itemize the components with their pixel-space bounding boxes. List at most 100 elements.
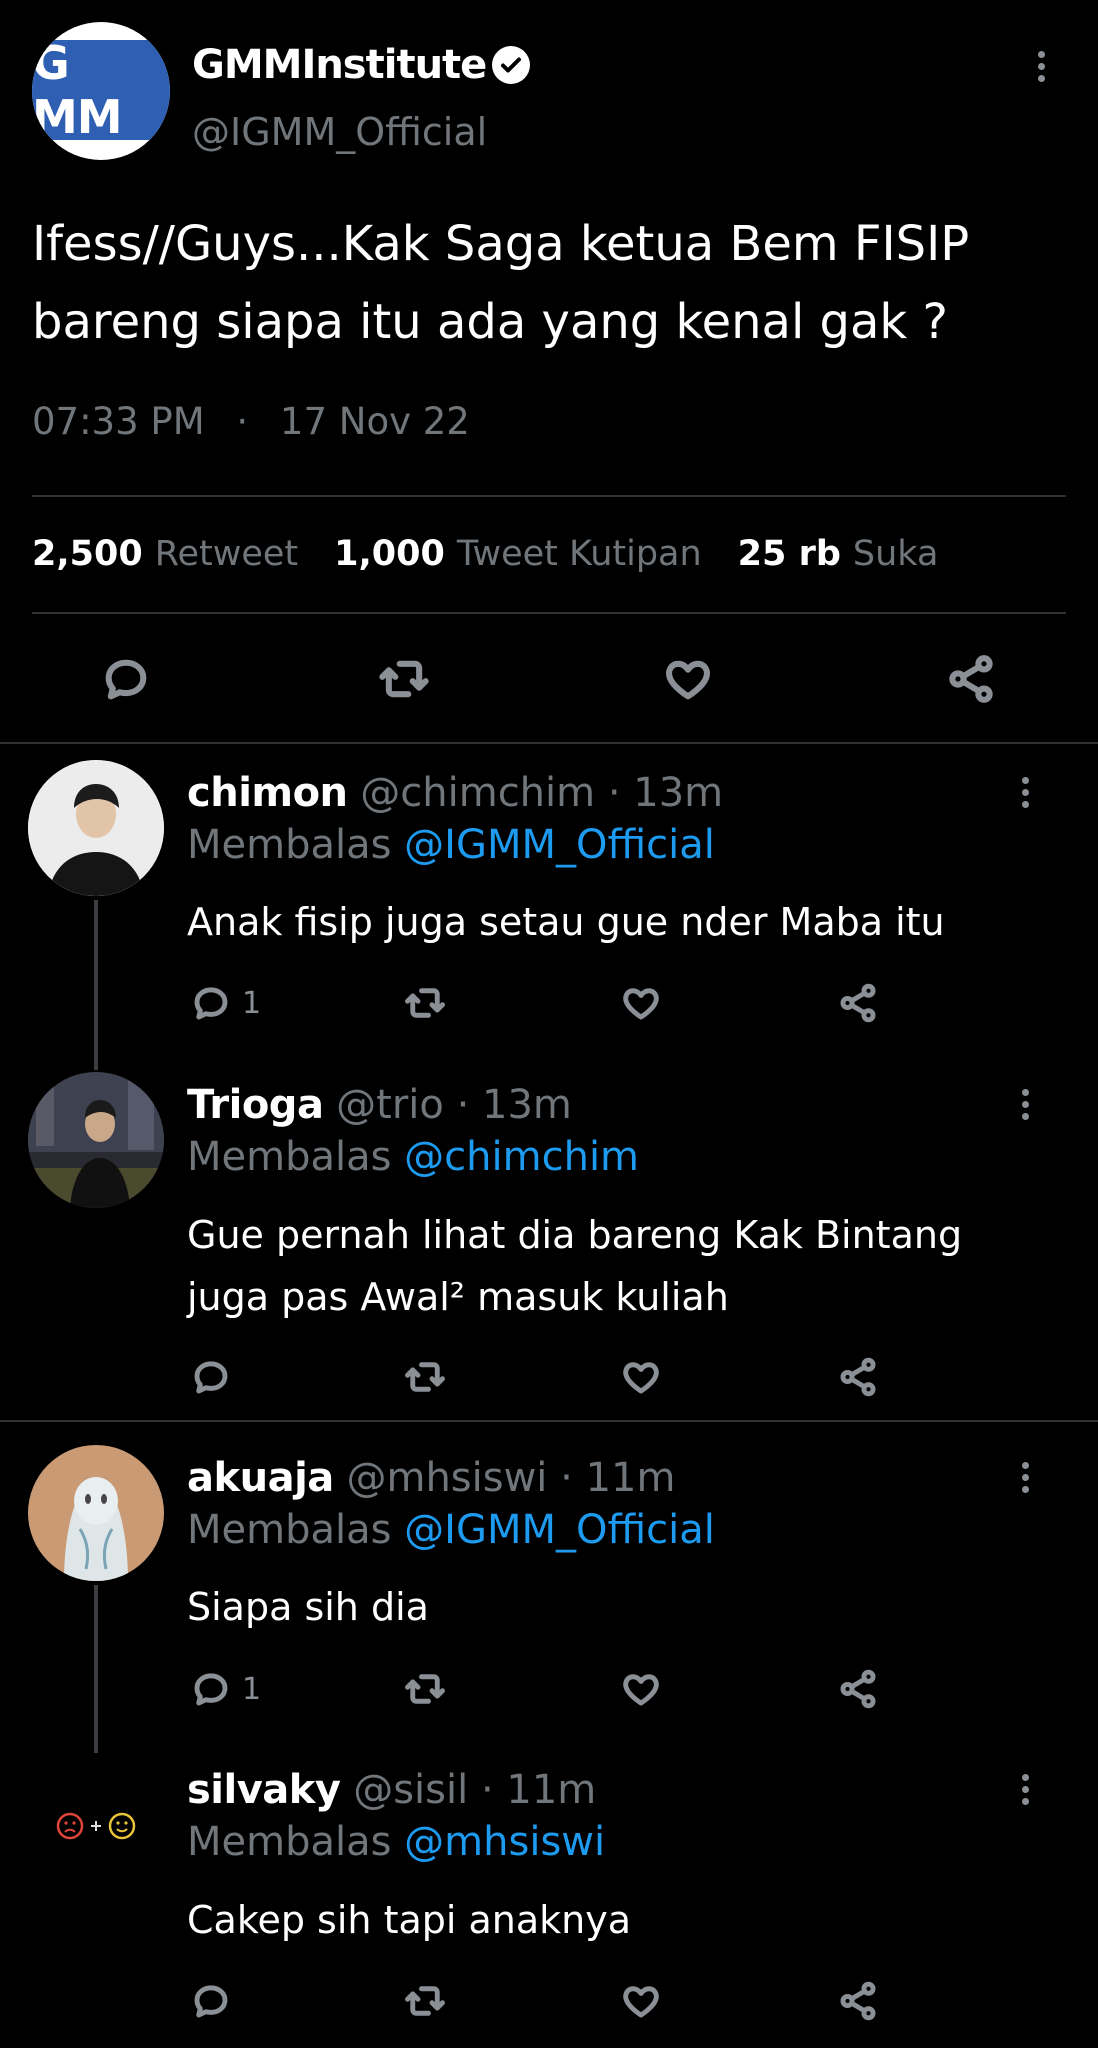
heart-icon: [666, 660, 710, 700]
replying-to-link[interactable]: @mhsiswi: [404, 1819, 605, 1865]
avatar-photo: [28, 760, 164, 896]
reply-icon: [194, 1361, 228, 1394]
more-options-icon[interactable]: [1015, 1084, 1035, 1124]
retweet-icon: [379, 660, 429, 698]
replying-to-link[interactable]: @IGMM_Official: [404, 1507, 715, 1553]
reply-author-name: silvaky: [187, 1767, 341, 1813]
replying-prefix: Membalas: [187, 822, 392, 868]
retweet-button[interactable]: [404, 1356, 446, 1398]
avatar[interactable]: [28, 1445, 164, 1581]
reply-icon: [194, 1985, 228, 2018]
replying-prefix: Membalas: [187, 1134, 392, 1180]
reply-author-name: chimon: [187, 770, 348, 816]
retweet-icon: [405, 1674, 445, 1704]
retweet-button[interactable]: [404, 1980, 446, 2022]
reply-button[interactable]: 1: [190, 1668, 261, 1710]
reply-button[interactable]: [190, 1980, 242, 2022]
reply-text: Anak fisip juga setau gue nder Maba itu: [187, 900, 945, 944]
tweet-time: 07:33 PM: [32, 400, 205, 443]
tweet-text: Ifess//Guys...Kak Saga ketua Bem FISIP b…: [32, 216, 970, 350]
heart-icon: [623, 1674, 659, 1706]
reply-count: 1: [242, 985, 262, 1021]
retweet-button[interactable]: [378, 653, 430, 705]
reply-author-handle: @trio: [336, 1082, 444, 1128]
reply-header[interactable]: Trioga @trio · 13m: [187, 1082, 572, 1128]
retweet-button[interactable]: [404, 1668, 446, 1710]
avatar[interactable]: [28, 1758, 164, 1894]
reply-author-handle: @chimchim: [360, 770, 596, 816]
retweets-stat[interactable]: 2,500 Retweet: [32, 534, 298, 574]
author-name-row[interactable]: GMMInstitute: [192, 42, 531, 88]
avatar-photo: [28, 1445, 164, 1581]
like-button[interactable]: [620, 1668, 662, 1710]
reply-button[interactable]: [190, 1356, 242, 1398]
more-options-icon[interactable]: [1015, 1769, 1035, 1809]
author-handle[interactable]: @IGMM_Official: [192, 110, 487, 154]
share-icon: [840, 1981, 876, 2021]
likes-stat[interactable]: 25 rb Suka: [738, 534, 939, 574]
replying-to: Membalas @IGMM_Official: [187, 822, 715, 868]
reply-time: 11m: [585, 1455, 676, 1501]
more-options-icon[interactable]: [1015, 772, 1035, 812]
quotes-stat[interactable]: 1,000 Tweet Kutipan: [334, 534, 702, 574]
divider: [32, 495, 1066, 497]
author-avatar[interactable]: G MM: [32, 22, 170, 160]
tweet-stats: 2,500 Retweet 1,000 Tweet Kutipan 25 rb Suk…: [32, 534, 938, 574]
timestamp-separator: ·: [236, 400, 249, 443]
divider: [32, 612, 1066, 614]
reply-time: 13m: [633, 770, 724, 816]
retweet-button[interactable]: [404, 982, 446, 1024]
replying-to-link[interactable]: @chimchim: [404, 1134, 639, 1180]
reply-dot: ·: [456, 1082, 470, 1128]
like-button[interactable]: [620, 1980, 662, 2022]
replying-prefix: Membalas: [187, 1819, 392, 1865]
reply-author-name: akuaja: [187, 1455, 334, 1501]
reply-dot: ·: [607, 770, 621, 816]
share-button[interactable]: [837, 1980, 879, 2022]
reply-header[interactable]: akuaja @mhsiswi · 11m: [187, 1455, 675, 1501]
replying-prefix: Membalas: [187, 1507, 392, 1553]
gmm-logo: G MM: [32, 36, 170, 144]
like-button[interactable]: [620, 982, 662, 1024]
tweet-timestamp[interactable]: 07:33 PM · 17 Nov 22: [32, 400, 470, 443]
heart-icon: [623, 1986, 659, 2018]
share-button[interactable]: [837, 1668, 879, 1710]
replying-to: Membalas @mhsiswi: [187, 1819, 605, 1865]
reply-time: 13m: [482, 1082, 572, 1128]
avatar[interactable]: [28, 1072, 164, 1208]
reply-author-handle: @mhsiswi: [346, 1455, 548, 1501]
reply-button[interactable]: 1: [190, 982, 261, 1024]
retweet-icon: [405, 1986, 445, 2016]
reply-icon: [105, 659, 147, 700]
share-button[interactable]: [945, 653, 997, 705]
like-button[interactable]: [620, 1356, 662, 1398]
more-options-icon[interactable]: [1015, 1457, 1035, 1497]
replying-to-link[interactable]: @IGMM_Official: [404, 822, 715, 868]
share-button[interactable]: [837, 982, 879, 1024]
reply-button[interactable]: [100, 653, 152, 705]
share-icon: [840, 1669, 876, 1709]
avatar[interactable]: [28, 760, 164, 896]
divider: [0, 1420, 1098, 1422]
thread-line: [94, 900, 98, 1070]
share-icon: [840, 983, 876, 1023]
more-options-icon[interactable]: [1031, 46, 1051, 86]
retweet-icon: [405, 1362, 445, 1392]
verified-badge-icon: [492, 46, 531, 84]
divider: [0, 742, 1098, 744]
reply-header[interactable]: silvaky @sisil · 11m: [187, 1767, 596, 1813]
reply-time: 11m: [506, 1767, 597, 1813]
replying-to: Membalas @chimchim: [187, 1134, 639, 1180]
reply-text: Siapa sih dia: [187, 1585, 429, 1629]
replying-to: Membalas @IGMM_Official: [187, 1507, 715, 1553]
thread-line: [94, 1585, 98, 1753]
reply-dot: ·: [560, 1455, 573, 1501]
share-button[interactable]: [837, 1356, 879, 1398]
avatar-photo: [28, 1072, 164, 1208]
heart-icon: [623, 1362, 659, 1394]
reply-icon: [194, 1673, 228, 1706]
reply-count: 1: [242, 1671, 262, 1707]
like-button[interactable]: [662, 653, 714, 705]
reply-header[interactable]: chimon @chimchim · 13m: [187, 770, 723, 816]
heart-icon: [623, 988, 659, 1020]
